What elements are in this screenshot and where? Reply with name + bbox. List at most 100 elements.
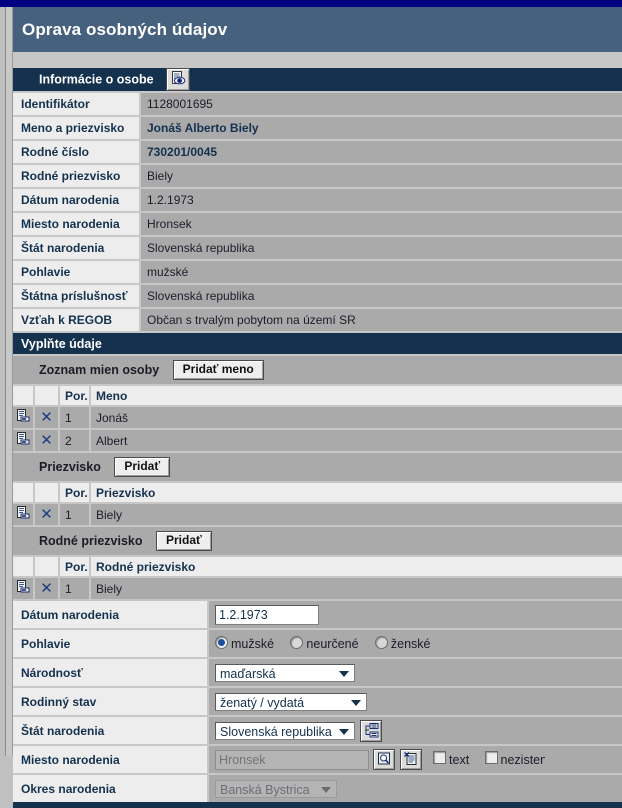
form-row-birth-country: Štát narodenia Slovenská republika <box>13 716 622 746</box>
names-list-column-header: Por. Meno <box>13 385 622 407</box>
nationality-selected-value: maďarská <box>220 666 276 681</box>
form-row-spacer <box>545 629 622 659</box>
column-header-birth-surname: Rodné priezvisko <box>90 556 622 578</box>
info-value: Slovenská republika <box>140 236 622 261</box>
person-info-table: Informácie o osobe Identifikátor 1128001… <box>13 68 622 356</box>
delete-row-icon[interactable]: ✕ <box>34 577 60 601</box>
birth-district-cell: Banská Bystrica <box>208 774 545 802</box>
edit-row-icon[interactable] <box>13 577 35 601</box>
row-order: 2 <box>59 429 91 453</box>
page-title: Oprava osobných údajov <box>22 19 228 39</box>
gender-option-label[interactable]: ženské <box>391 637 431 651</box>
info-value: Hronsek <box>140 212 622 237</box>
delete-row-icon[interactable]: ✕ <box>34 406 60 430</box>
birth-date-input[interactable] <box>215 604 319 625</box>
chevron-down-icon <box>321 786 331 793</box>
gender-radio-female[interactable] <box>374 635 388 649</box>
marital-status-label: Rodinný stav <box>13 687 209 717</box>
form-row-spacer <box>545 716 622 746</box>
nationality-label: Národnosť <box>13 658 209 688</box>
column-header-order: Por. <box>59 482 91 504</box>
birth-surname-list-title: Rodné priezvisko <box>39 534 143 548</box>
form-row-spacer <box>545 601 622 630</box>
gender-radio-male[interactable] <box>215 635 228 649</box>
birth-place-label: Miesto narodenia <box>13 745 209 775</box>
birth-district-label: Okres narodenia <box>13 774 209 802</box>
list-select-icon[interactable] <box>360 719 383 742</box>
gender-option-label[interactable]: neurčené <box>306 637 358 651</box>
birth-place-unknown-label[interactable]: nezistené <box>501 753 545 767</box>
table-row: Pohlavie mužské <box>13 260 622 285</box>
info-label: Pohlavie <box>13 260 141 285</box>
form-row-birth-date: Dátum narodenia <box>13 601 622 630</box>
edit-row-icon[interactable] <box>13 429 35 453</box>
person-info-title: Informácie o osobe <box>39 72 154 87</box>
gender-option-label[interactable]: mužské <box>231 637 274 651</box>
delete-row-icon[interactable]: ✕ <box>34 503 60 527</box>
chevron-down-icon <box>339 728 349 735</box>
document-pick-icon[interactable] <box>399 749 422 770</box>
info-label: Meno a priezvisko <box>13 116 141 141</box>
birth-place-text-checkbox[interactable] <box>433 750 447 764</box>
person-info-header-row: Informácie o osobe <box>13 68 622 93</box>
birth-place-unknown-checkbox[interactable] <box>484 750 498 764</box>
document-eye-icon[interactable] <box>166 68 191 91</box>
add-name-button[interactable]: Pridať meno <box>172 360 264 380</box>
row-order: 1 <box>59 406 91 430</box>
info-label: Vzťah k REGOB <box>13 308 141 333</box>
surname-list-title: Priezvisko <box>39 460 101 474</box>
person-info-header: Informácie o osobe <box>13 68 622 93</box>
column-header-delete <box>34 482 60 504</box>
birth-district-select[interactable]: Banská Bystrica <box>215 779 337 798</box>
info-value: 1.2.1973 <box>140 188 622 213</box>
column-header-edit <box>13 482 35 504</box>
birth-country-select[interactable]: Slovenská republika <box>215 721 355 740</box>
add-birth-surname-button[interactable]: Pridať <box>155 531 212 551</box>
form-row-spacer <box>545 658 622 688</box>
fill-section-title: Vyplňte údaje <box>13 332 622 356</box>
surname-list-table: Priezvisko Pridať Por. Priezvisko ✕ 1 Bi… <box>13 453 622 527</box>
table-row: Miesto narodenia Hronsek <box>13 212 622 237</box>
table-row: ✕ 1 Biely <box>13 503 622 527</box>
gender-cell: mužské neurčené ženské <box>208 629 545 659</box>
gender-radio-unspecified[interactable] <box>290 635 304 649</box>
table-row: Identifikátor 1128001695 <box>13 92 622 117</box>
birth-country-selected-value: Slovenská republika <box>220 724 332 739</box>
delete-row-icon[interactable]: ✕ <box>34 429 60 453</box>
info-label: Rodné číslo <box>13 140 141 165</box>
birth-date-cell <box>208 601 545 630</box>
table-row: ✕ 2 Albert <box>13 429 622 453</box>
add-surname-button[interactable]: Pridať <box>114 457 171 477</box>
birth-country-label: Štát narodenia <box>13 716 209 746</box>
edit-row-icon[interactable] <box>13 406 35 430</box>
birth-place-cell: text nezistené <box>208 745 545 775</box>
gender-label: Pohlavie <box>13 629 209 659</box>
column-header-edit <box>13 556 35 578</box>
birth-place-text-label[interactable]: text <box>449 753 469 767</box>
table-row: ✕ 1 Biely <box>13 577 622 601</box>
info-label: Štát narodenia <box>13 236 141 261</box>
birth-country-cell: Slovenská republika <box>208 716 545 746</box>
surname-list-column-header: Por. Priezvisko <box>13 482 622 504</box>
table-row: Rodné číslo 730201/0045 <box>13 140 622 165</box>
form-row-spacer <box>545 774 622 802</box>
marital-status-select[interactable]: ženatý / vydatá <box>215 692 367 711</box>
info-label: Štátna príslušnosť <box>13 284 141 309</box>
page-title-bar: Oprava osobných údajov <box>13 7 622 52</box>
edit-row-icon[interactable] <box>13 503 35 527</box>
form-row-gender: Pohlavie mužské neurčené ženské <box>13 629 622 659</box>
column-header-edit <box>13 385 35 407</box>
table-row: Štátna príslušnosť Slovenská republika <box>13 284 622 309</box>
table-row: Štát narodenia Slovenská republika <box>13 236 622 261</box>
surname-list-header: Priezvisko Pridať <box>13 453 622 483</box>
form-row-spacer <box>545 745 622 775</box>
birth-date-label: Dátum narodenia <box>13 601 209 630</box>
table-row: Rodné priezvisko Biely <box>13 164 622 189</box>
left-inner-border <box>6 7 13 756</box>
nationality-select[interactable]: maďarská <box>215 663 355 682</box>
birth-place-input[interactable] <box>215 749 369 770</box>
search-magnifier-icon[interactable] <box>373 749 396 770</box>
column-header-delete <box>34 556 60 578</box>
surname-list-header-row: Priezvisko Pridať <box>13 453 622 483</box>
form-row-marital-status: Rodinný stav ženatý / vydatá <box>13 687 622 717</box>
